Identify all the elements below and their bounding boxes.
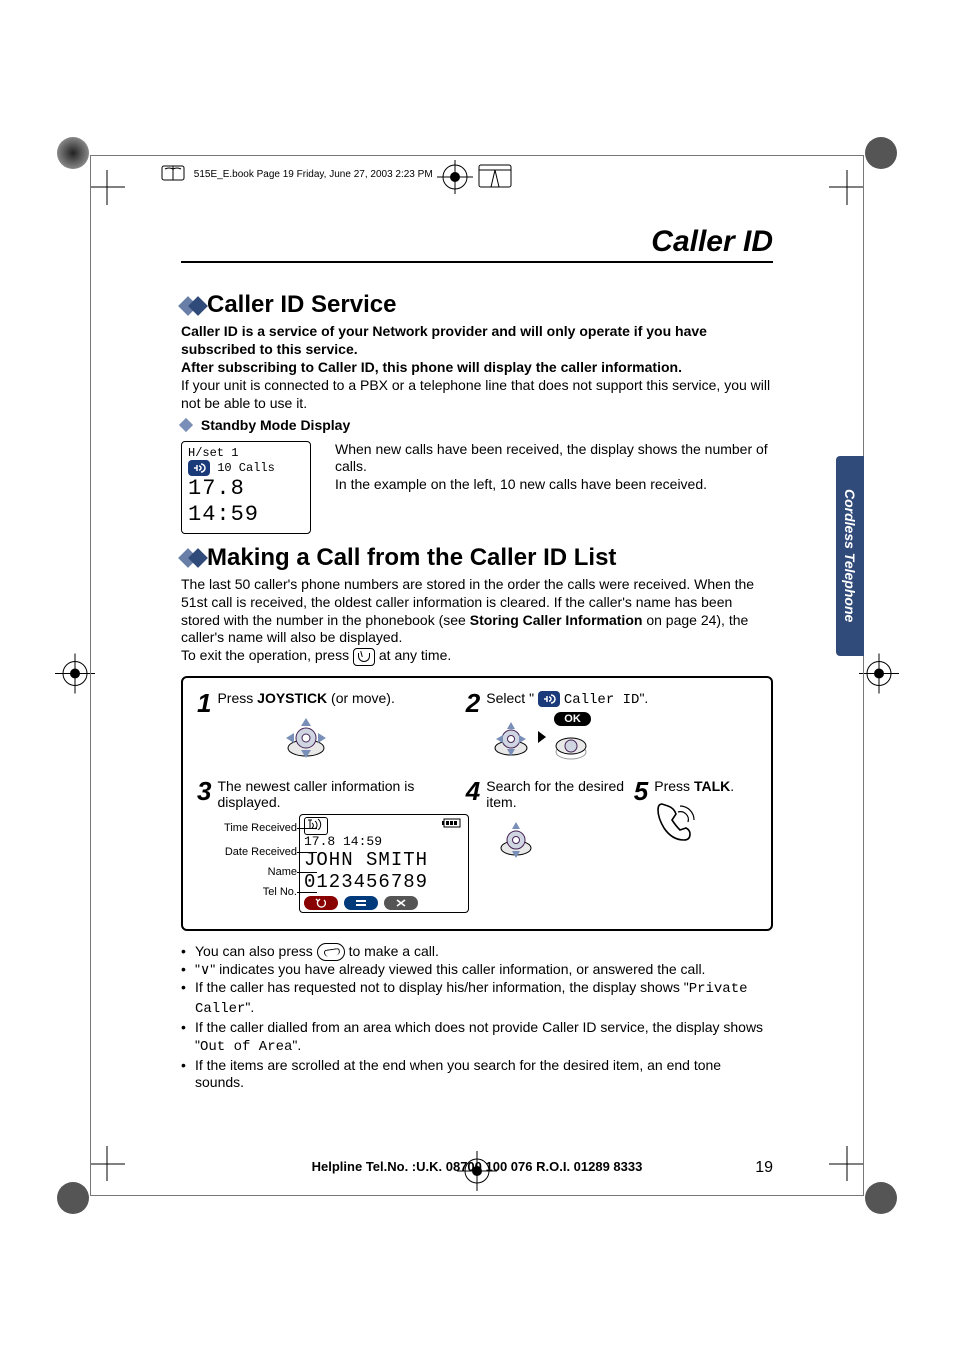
handset-key-icon <box>317 943 345 961</box>
standby-subhead: Standby Mode Display <box>181 417 773 433</box>
step5-text-b: TALK <box>694 778 730 794</box>
lcd-line-big: 17.8 14:59 <box>188 476 304 529</box>
talk-handset-icon <box>654 798 700 849</box>
diamond-bullet-icon <box>181 544 201 572</box>
page-footer: Helpline Tel.No. :U.K. 08700 100 076 R.O… <box>181 1159 773 1177</box>
joystick-direction-icon <box>486 714 536 760</box>
section2-body: The last 50 caller's phone numbers are s… <box>181 576 773 666</box>
lcd-caller-display: 17.8 14:59 JOHN SMITH 0123456789 <box>299 814 469 913</box>
bullet-icon: • <box>181 979 195 1019</box>
section1-p3: If your unit is connected to a PBX or a … <box>181 377 770 411</box>
bullet5: If the items are scrolled at the end whe… <box>195 1057 773 1093</box>
standby-p2: In the example on the left, 10 new calls… <box>335 476 707 492</box>
notes-list: • You can also press to make a call. • "… <box>181 943 773 1093</box>
lcd-line: 10 Calls <box>188 460 304 476</box>
bullet3-a: If the caller has requested not to displ… <box>195 979 689 995</box>
step2-text-c: ". <box>639 690 648 706</box>
page-title: Caller ID <box>181 225 773 259</box>
step1-text-a: Press <box>217 690 257 706</box>
bullet3-b: ". <box>245 999 254 1015</box>
step-number: 1 <box>197 690 211 716</box>
section2-exit-a: To exit the operation, press <box>181 647 353 663</box>
power-off-key-icon <box>353 648 375 666</box>
bullet4-b: ". <box>292 1037 301 1053</box>
section1-body: Caller ID is a service of your Network p… <box>181 323 773 413</box>
bullet2: "∨" indicates you have already viewed th… <box>195 961 705 979</box>
section1-p2: After subscribing to Caller ID, this pho… <box>181 359 682 375</box>
bullet-icon: • <box>181 961 195 979</box>
page-number: 19 <box>733 1159 773 1177</box>
section-heading-text: Caller ID Service <box>207 291 396 319</box>
diamond-bullet-icon <box>181 291 201 319</box>
section-heading-making-call: Making a Call from the Caller ID List <box>181 544 773 572</box>
bullet-icon: • <box>181 943 195 961</box>
ok-softkey-icon: OK <box>554 712 591 726</box>
softkey-back-icon <box>304 896 338 910</box>
section-tab: Cordless Telephone <box>836 456 864 656</box>
section2-exit-b: at any time. <box>379 647 451 663</box>
step5-text-c: . <box>730 778 734 794</box>
caller-id-list-icon <box>538 691 560 707</box>
step-number: 4 <box>466 778 480 804</box>
lcd-standby-display: H/set 1 10 Calls 17.8 14:59 <box>181 441 311 534</box>
section-heading-caller-id-service: Caller ID Service <box>181 291 773 319</box>
bullet-icon: • <box>181 1019 195 1057</box>
steps-box: 1 Press JOYSTICK (or move). 2 <box>181 676 773 931</box>
page-title-row: Caller ID <box>181 225 773 263</box>
page-frame: Cordless Telephone 515E_E.book Page 19 F… <box>90 155 864 1196</box>
step-number: 2 <box>466 690 480 716</box>
helpline-text: Helpline Tel.No. :U.K. 08700 100 076 R.O… <box>221 1159 733 1177</box>
step1-text-b: JOYSTICK <box>257 690 327 706</box>
joystick-up-down-icon <box>494 814 538 862</box>
step2-text-a: Select " <box>486 690 534 706</box>
section2-pb: Storing Caller Information <box>470 612 643 628</box>
diamond-bullet-icon <box>179 417 193 431</box>
standby-p1: When new calls have been received, the d… <box>335 441 768 475</box>
joystick-direction-icon <box>278 710 334 760</box>
bullet1-b: to make a call. <box>349 943 439 959</box>
section1-p1: Caller ID is a service of your Network p… <box>181 323 707 357</box>
arrow-right-icon <box>536 727 550 747</box>
step-number: 5 <box>634 778 648 804</box>
bullet1-a: You can also press <box>195 943 317 959</box>
registration-mark-icon <box>55 653 95 698</box>
step-number: 3 <box>197 778 211 810</box>
lcd-label-time: Time Received <box>197 814 297 842</box>
registration-mark-icon <box>859 653 899 698</box>
standby-paragraphs: When new calls have been received, the d… <box>335 441 773 495</box>
step1-text-c: (or move). <box>327 690 395 706</box>
step5-text-a: Press <box>654 778 694 794</box>
step2-text-b: Caller ID <box>564 692 640 708</box>
book-icon <box>161 164 185 185</box>
softkey-menu-icon <box>344 896 378 910</box>
step3-text: The newest caller information is display… <box>217 778 465 810</box>
standby-subhead-text: Standby Mode Display <box>201 417 350 433</box>
caller-id-list-icon <box>188 460 210 476</box>
lcd-label-name: Name <box>197 862 297 882</box>
step4-text: Search for the desired item. <box>486 778 634 810</box>
lcd-label-date: Date Received <box>197 842 297 862</box>
lcd-name-row: JOHN SMITH <box>304 850 464 872</box>
lcd-date-row: 17.8 14:59 <box>304 835 464 850</box>
battery-icon <box>442 817 464 834</box>
lcd-line-text: 10 Calls <box>217 461 275 475</box>
section-heading-text: Making a Call from the Caller ID List <box>207 544 616 572</box>
antenna-signal-icon <box>304 817 328 836</box>
book-header-text: 515E_E.book Page 19 Friday, June 27, 200… <box>194 169 433 180</box>
lcd-line: H/set 1 <box>188 446 304 460</box>
softkey-delete-icon <box>384 896 418 910</box>
joystick-center-icon <box>553 730 589 762</box>
lcd-label-tel: Tel No. <box>197 882 297 902</box>
book-header: 515E_E.book Page 19 Friday, June 27, 200… <box>161 164 773 185</box>
bullet4-code: Out of Area <box>200 1039 292 1055</box>
lcd-tel-row: 0123456789 <box>304 872 464 894</box>
bullet-icon: • <box>181 1057 195 1093</box>
